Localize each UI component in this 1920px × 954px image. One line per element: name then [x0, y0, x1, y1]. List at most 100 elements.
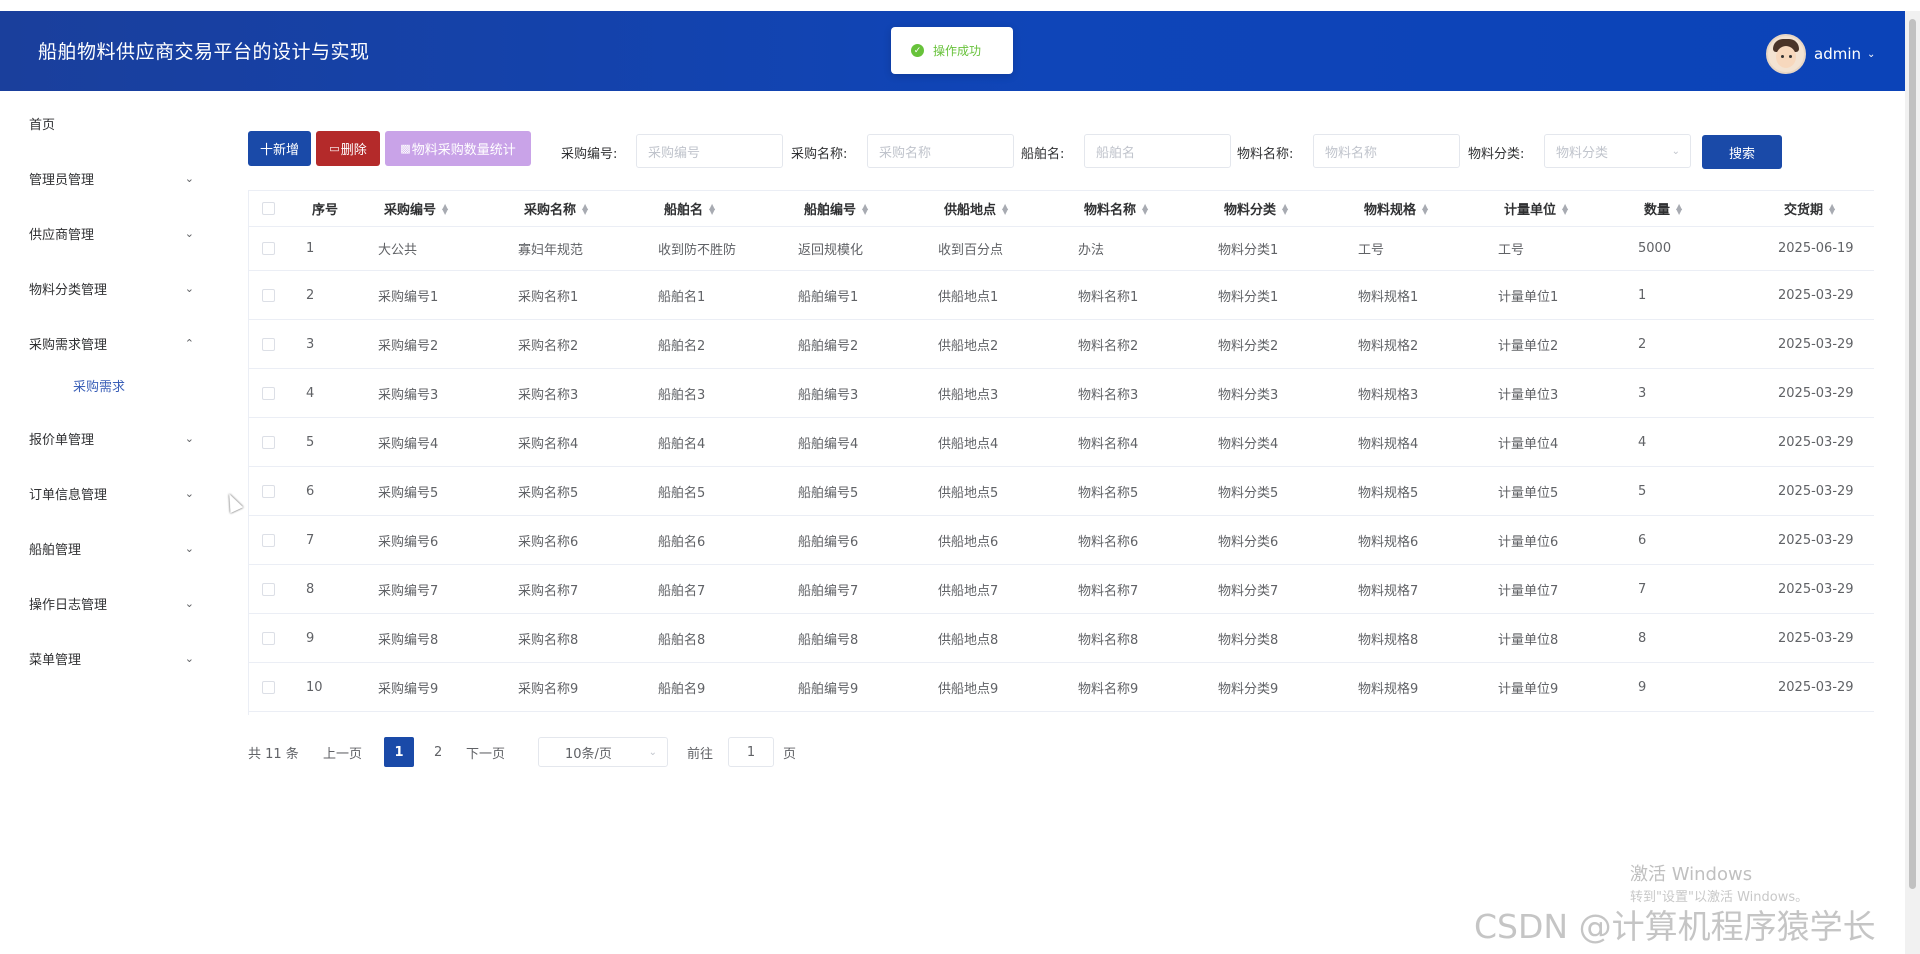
- sidebar-subitem-purchase-demand[interactable]: 采购需求: [73, 376, 125, 395]
- column-header-label: 交货期: [1784, 203, 1824, 218]
- table-cell: 物料名称8: [1078, 632, 1139, 648]
- sidebar-item-log[interactable]: 操作日志管理 ⌄: [29, 591, 194, 615]
- page-scrollbar[interactable]: [1905, 11, 1920, 954]
- row-checkbox[interactable]: [262, 467, 275, 515]
- table-cell: 采购名称1: [518, 289, 579, 305]
- table-cell: 9: [1638, 679, 1647, 695]
- user-menu[interactable]: admin ⌄: [1766, 34, 1875, 74]
- add-button[interactable]: 十新增: [248, 131, 311, 166]
- sidebar-item-ship[interactable]: 船舶管理 ⌄: [29, 536, 194, 560]
- column-header[interactable]: 物料分类 ▲ ▼: [1224, 191, 1290, 226]
- sort-icon[interactable]: ▲ ▼: [582, 202, 590, 215]
- table-cell: 1: [1638, 287, 1647, 303]
- table-row[interactable]: 9 采购编号8 采购名称8 船舶名8 船舶编号8 供船地点8 物料名称8 物料分类8 物料规格8…: [248, 614, 1874, 663]
- column-header[interactable]: 物料规格 ▲ ▼: [1364, 191, 1430, 226]
- goto-suffix: 页: [783, 746, 797, 762]
- select-all-checkbox[interactable]: [262, 191, 275, 226]
- sort-icon[interactable]: ▲ ▼: [1676, 202, 1684, 215]
- table-cell: 4: [1638, 434, 1647, 450]
- material-cat-select[interactable]: 物料分类 ⌄: [1544, 134, 1691, 168]
- table-row[interactable]: 8 采购编号7 采购名称7 船舶名7 船舶编号7 供船地点7 物料名称7 物料分类7 物料规格7…: [248, 565, 1874, 614]
- sidebar-item-supplier[interactable]: 供应商管理 ⌄: [29, 221, 194, 245]
- table-cell: 物料名称6: [1078, 534, 1139, 550]
- row-checkbox[interactable]: [262, 516, 275, 564]
- sidebar-item-label: 物料分类管理: [29, 282, 108, 298]
- stat-button[interactable]: ▩ 物料采购数量统计: [385, 131, 531, 166]
- page-size-select[interactable]: 10条/页 ⌄: [538, 737, 668, 767]
- table-row[interactable]: 7 采购编号6 采购名称6 船舶名6 船舶编号6 供船地点6 物料名称6 物料分类6 物料规格6…: [248, 516, 1874, 565]
- column-header[interactable]: 数量 ▲ ▼: [1644, 191, 1684, 226]
- sidebar-item-material-category[interactable]: 物料分类管理 ⌄: [29, 276, 194, 300]
- table-row[interactable]: 10 采购编号9 采购名称9 船舶名9 船舶编号9 供船地点9 物料名称9 物料分类9 物料规格…: [248, 663, 1874, 712]
- sort-icon[interactable]: ▲ ▼: [1829, 202, 1837, 215]
- table-cell: 采购名称3: [518, 387, 579, 403]
- table-row[interactable]: 4 采购编号3 采购名称3 船舶名3 船舶编号3 供船地点3 物料名称3 物料分类3 物料规格3…: [248, 369, 1874, 418]
- pagination-page-1[interactable]: 1: [384, 737, 414, 767]
- row-checkbox[interactable]: [262, 271, 275, 319]
- sidebar-item-admin[interactable]: 管理员管理 ⌄: [29, 166, 194, 190]
- table-body: 1 大公共 寡妇年规范 收到防不胜防 返回规模化 收到百分点 办法 物料分类1 工号 工号 5000…: [248, 227, 1874, 712]
- sidebar-item-home[interactable]: 首页: [29, 111, 194, 135]
- sidebar-item-menu[interactable]: 菜单管理 ⌄: [29, 646, 194, 670]
- ship-name-input[interactable]: 船舶名: [1084, 134, 1231, 168]
- column-header[interactable]: 采购编号 ▲ ▼: [384, 191, 450, 226]
- sidebar-item-quote[interactable]: 报价单管理 ⌄: [29, 426, 194, 450]
- pagination-page-2[interactable]: 2: [434, 737, 442, 767]
- table-row[interactable]: 6 采购编号5 采购名称5 船舶名5 船舶编号5 供船地点5 物料名称5 物料分类5 物料规格5…: [248, 467, 1874, 516]
- table-cell: 采购名称9: [518, 681, 579, 697]
- column-header[interactable]: 船舶编号 ▲ ▼: [804, 191, 870, 226]
- row-checkbox[interactable]: [262, 565, 275, 613]
- purchase-name-input[interactable]: 采购名称: [867, 134, 1014, 168]
- table-cell: 供船地点4: [938, 436, 999, 452]
- sort-icon[interactable]: ▲ ▼: [709, 202, 717, 215]
- purchase-no-input[interactable]: 采购编号: [636, 134, 783, 168]
- column-header[interactable]: 供船地点 ▲ ▼: [944, 191, 1010, 226]
- sort-icon[interactable]: ▲ ▼: [1422, 202, 1430, 215]
- column-header[interactable]: 船舶名 ▲ ▼: [664, 191, 717, 226]
- column-header[interactable]: 采购名称 ▲ ▼: [524, 191, 590, 226]
- scrollbar-thumb[interactable]: [1909, 19, 1916, 889]
- table-cell: 寡妇年规范: [518, 243, 584, 258]
- table-row[interactable]: 2 采购编号1 采购名称1 船舶名1 船舶编号1 供船地点1 物料名称1 物料分类1 物料规格1…: [248, 271, 1874, 320]
- purchase-no-label: 采购编号:: [561, 147, 618, 162]
- sort-icon[interactable]: ▲ ▼: [1282, 202, 1290, 215]
- pagination-prev[interactable]: 上一页: [323, 737, 362, 767]
- sidebar-item-purchase[interactable]: 采购需求管理 ⌃: [29, 331, 194, 355]
- row-checkbox[interactable]: [262, 320, 275, 368]
- table-cell: 船舶编号7: [798, 583, 859, 599]
- row-checkbox[interactable]: [262, 663, 275, 711]
- table-row[interactable]: 5 采购编号4 采购名称4 船舶名4 船舶编号4 供船地点4 物料名称4 物料分类4 物料规格4…: [248, 418, 1874, 467]
- column-header[interactable]: 计量单位 ▲ ▼: [1504, 191, 1570, 226]
- sort-icon[interactable]: ▲ ▼: [1142, 202, 1150, 215]
- row-checkbox[interactable]: [262, 369, 275, 417]
- sidebar-item-label: 管理员管理: [29, 172, 95, 188]
- material-name-input[interactable]: 物料名称: [1313, 134, 1460, 168]
- table-header: 序号 采购编号 ▲ ▼ 采购名称 ▲ ▼ 船舶名 ▲ ▼ 船舶编号 ▲ ▼ 供船地点 ▲ ▼ 物料名称 ▲ ▼ 物料分…: [248, 191, 1874, 227]
- search-button[interactable]: 搜索: [1702, 135, 1782, 169]
- table-cell: 2: [1638, 336, 1647, 352]
- column-header[interactable]: 交货期 ▲ ▼: [1784, 191, 1837, 226]
- avatar[interactable]: [1766, 34, 1806, 74]
- delete-button[interactable]: ▭ 删除: [316, 131, 380, 166]
- table-cell: 2025-03-29: [1778, 483, 1854, 499]
- chevron-down-icon[interactable]: ⌄: [1867, 49, 1875, 60]
- sidebar-item-order[interactable]: 订单信息管理 ⌄: [29, 481, 194, 505]
- row-checkbox[interactable]: [262, 418, 275, 466]
- column-header-label: 物料规格: [1364, 203, 1417, 218]
- sort-icon[interactable]: ▲ ▼: [862, 202, 870, 215]
- table-row[interactable]: 1 大公共 寡妇年规范 收到防不胜防 返回规模化 收到百分点 办法 物料分类1 工号 工号 5000…: [248, 227, 1874, 271]
- goto-page-input[interactable]: 1: [728, 737, 774, 767]
- column-header[interactable]: 物料名称 ▲ ▼: [1084, 191, 1150, 226]
- table-cell: 物料分类3: [1218, 387, 1279, 403]
- stat-label: 物料采购数量统计: [411, 143, 516, 158]
- table-cell: 大公共: [378, 243, 418, 258]
- pagination-next[interactable]: 下一页: [466, 737, 505, 767]
- row-checkbox[interactable]: [262, 614, 275, 662]
- user-name[interactable]: admin: [1814, 45, 1861, 63]
- sort-icon[interactable]: ▲ ▼: [442, 202, 450, 215]
- table-cell: 物料规格7: [1358, 583, 1419, 599]
- row-checkbox[interactable]: [262, 227, 275, 270]
- sort-icon[interactable]: ▲ ▼: [1562, 202, 1570, 215]
- sort-icon[interactable]: ▲ ▼: [1002, 202, 1010, 215]
- table-row[interactable]: 3 采购编号2 采购名称2 船舶名2 船舶编号2 供船地点2 物料名称2 物料分类2 物料规格2…: [248, 320, 1874, 369]
